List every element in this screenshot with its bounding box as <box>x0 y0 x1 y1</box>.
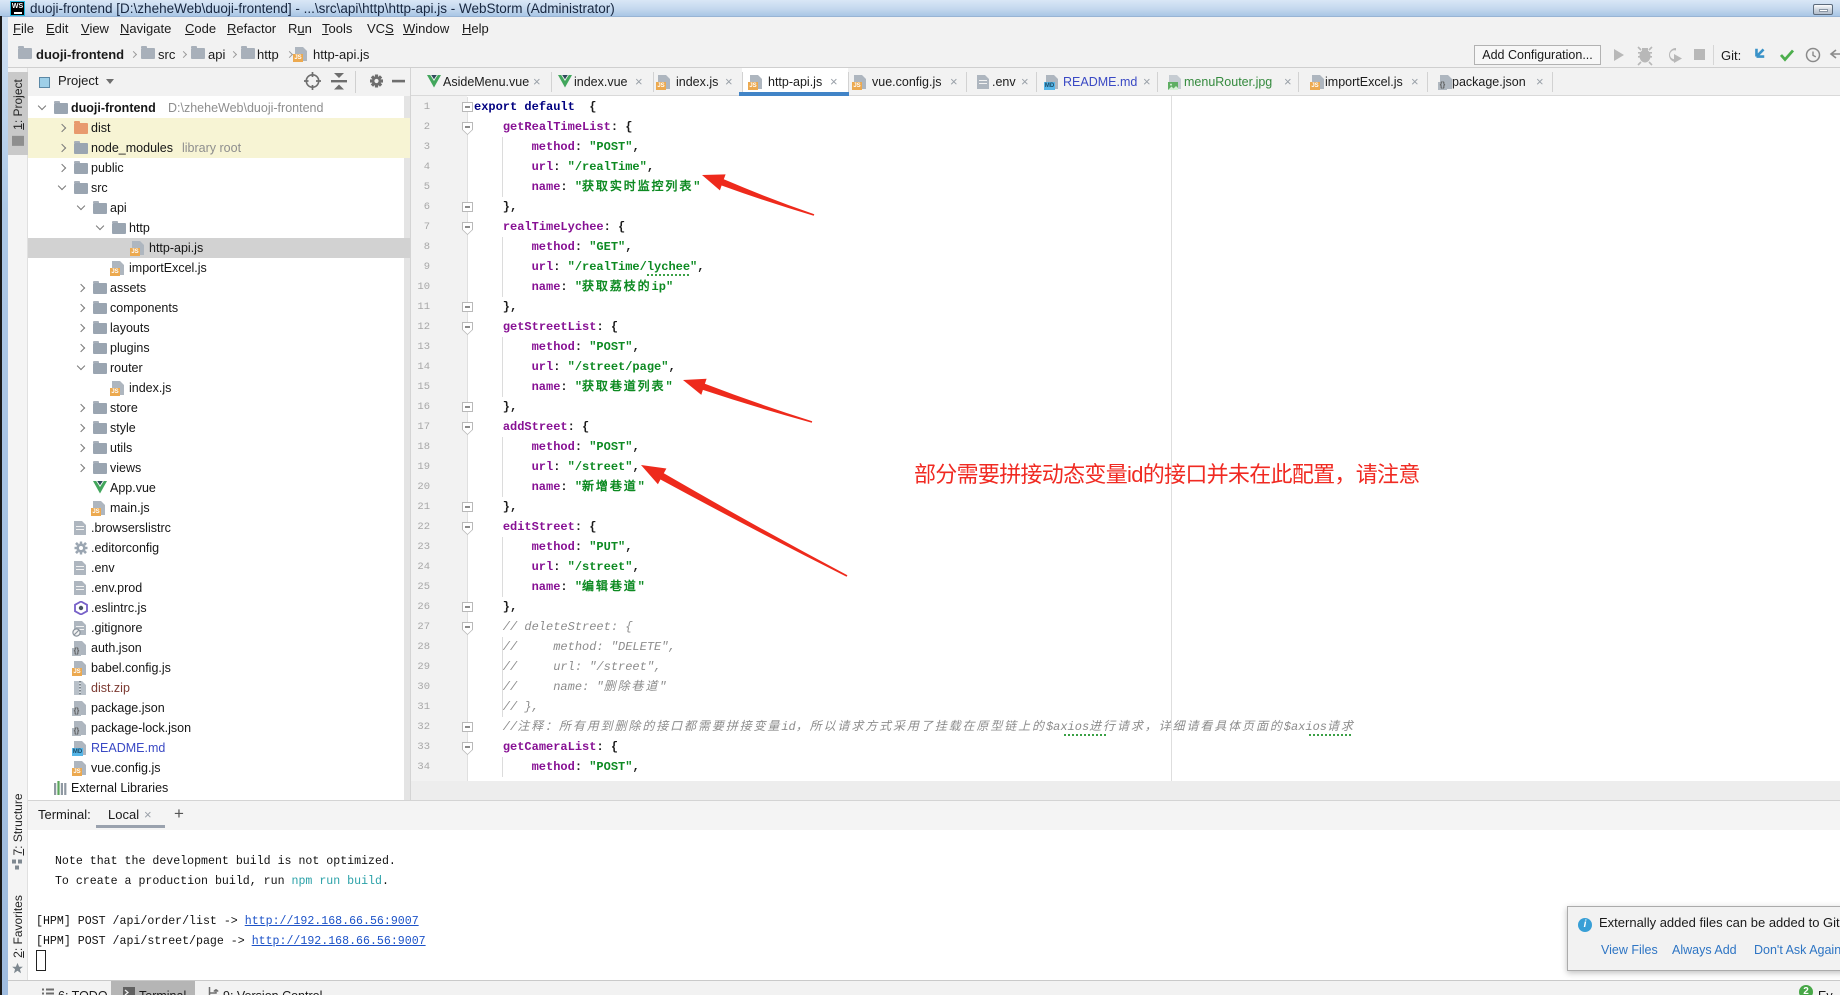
svg-text:Git:: Git: <box>1721 48 1741 63</box>
